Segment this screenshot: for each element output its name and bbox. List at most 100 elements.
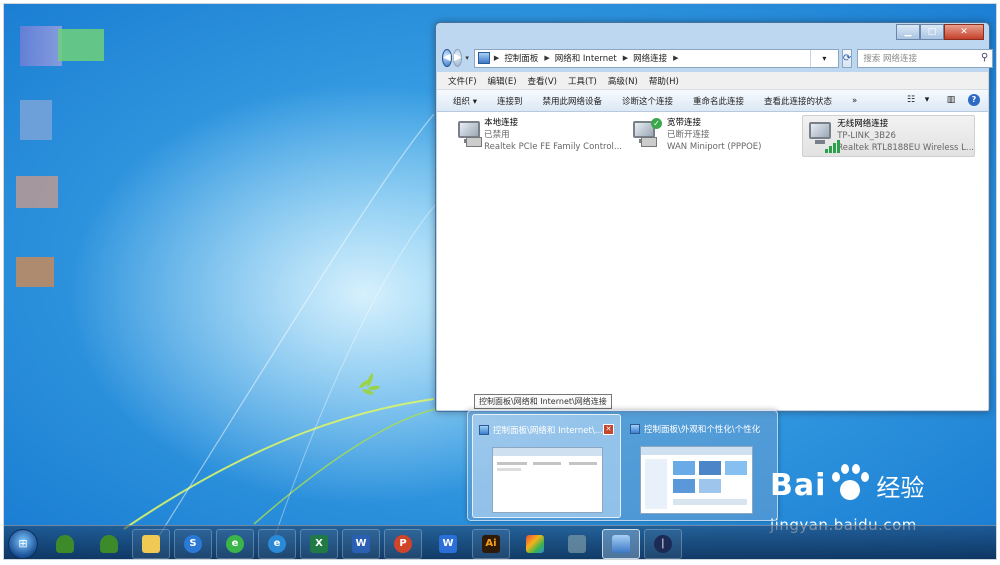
taskbar-browser-e[interactable]: e — [216, 529, 254, 559]
taskbar-wps[interactable]: W — [429, 529, 467, 559]
folder-icon — [142, 535, 160, 553]
thumbnail-close-button[interactable]: ✕ — [603, 424, 614, 435]
breadcrumb-control-panel[interactable]: 控制面板 — [504, 52, 538, 64]
back-button[interactable]: ◀ — [442, 49, 452, 67]
taskbar-tree-app[interactable] — [46, 529, 84, 559]
broadband-adapter-icon: ✓ — [627, 115, 667, 155]
taskbar-image-app[interactable] — [558, 529, 596, 559]
thumbnail-network-connections[interactable]: 控制面板\网络和 Internet\... ✕ — [472, 414, 621, 518]
wireless-adapter-icon — [803, 116, 840, 156]
maximize-button[interactable]: □ — [920, 24, 944, 40]
connection-status: 已禁用 — [484, 130, 510, 140]
personalization-icon — [630, 424, 640, 434]
network-connections-window[interactable]: ▁ □ ✕ ◀ ▶ ▾ ▶ 控制面板 ▶ 网络和 Internet ▶ 网络连接… — [435, 22, 994, 412]
dark-app-icon: ❘ — [654, 535, 672, 553]
history-dropdown-icon[interactable]: ▾ — [465, 54, 469, 62]
desktop-icon-pixelated[interactable] — [16, 176, 58, 208]
change-view-icon[interactable]: ☷ — [904, 94, 918, 106]
organize-button[interactable]: 组织 ▾ — [453, 95, 477, 107]
connection-status: 已断开连接 — [667, 130, 710, 140]
taskbar-powerpoint[interactable]: P — [384, 529, 422, 559]
view-controls: ☷ ▾ ▥ ? — [894, 94, 980, 106]
taskbar-file-explorer[interactable] — [132, 529, 170, 559]
excel-icon: X — [310, 535, 328, 553]
close-button[interactable]: ✕ — [944, 24, 984, 40]
breadcrumb-network-internet[interactable]: 网络和 Internet — [555, 52, 617, 64]
taskbar-dark-app[interactable]: ❘ — [644, 529, 682, 559]
minimize-button[interactable]: ▁ — [896, 24, 920, 40]
chevron-down-icon[interactable]: ▾ — [920, 94, 934, 106]
connect-to-button[interactable]: 连接到 — [497, 95, 523, 107]
more-commands-button[interactable]: » — [852, 96, 857, 106]
help-icon[interactable]: ? — [968, 94, 980, 106]
taskbar-control-panel[interactable] — [602, 529, 640, 559]
taskbar-thumbnail-preview: 控制面板\网络和 Internet\... ✕ 控制面板\外观和个性化\个性化 — [467, 410, 778, 521]
thumbnail-personalization[interactable]: 控制面板\外观和个性化\个性化 — [624, 414, 773, 518]
rename-button[interactable]: 重命名此连接 — [693, 95, 744, 107]
colorful-app-icon — [526, 535, 544, 553]
thumbnail-image — [640, 446, 753, 514]
menu-tools[interactable]: 工具(T) — [568, 75, 597, 87]
taskbar-colorful-app[interactable] — [516, 529, 554, 559]
chevron-down-icon: ▾ — [822, 53, 827, 63]
thumbnail-title: 控制面板\外观和个性化\个性化 — [630, 423, 770, 435]
menu-view[interactable]: 查看(V) — [528, 75, 557, 87]
preview-pane-icon[interactable]: ▥ — [944, 94, 958, 106]
diagnose-button[interactable]: 诊断这个连接 — [622, 95, 673, 107]
command-bar: 组织 ▾ 连接到 禁用此网络设备 诊断这个连接 重命名此连接 查看此连接的状态 … — [437, 90, 988, 112]
taskbar-sogou[interactable]: S — [174, 529, 212, 559]
window-caption-buttons: ▁ □ ✕ — [896, 24, 984, 40]
browser-e-icon: e — [226, 535, 244, 553]
tree-icon — [100, 535, 118, 553]
internet-explorer-icon: e — [268, 535, 286, 553]
taskbar-excel[interactable]: X — [300, 529, 338, 559]
powerpoint-icon: P — [394, 535, 412, 553]
desktop-icon-pixelated[interactable] — [58, 29, 104, 61]
connection-device: Realtek PCIe FE Family Control... — [484, 142, 622, 152]
connection-item-local[interactable]: 本地连接 已禁用 Realtek PCIe FE Family Control.… — [452, 115, 622, 157]
search-placeholder: 搜索 网络连接 — [863, 54, 918, 64]
desktop: ▁ □ ✕ ◀ ▶ ▾ ▶ 控制面板 ▶ 网络和 Internet ▶ 网络连接… — [4, 4, 996, 559]
image-app-icon — [568, 535, 586, 553]
word-icon: W — [352, 535, 370, 553]
search-input[interactable]: 搜索 网络连接 ⚲ — [857, 48, 994, 68]
connections-list: 本地连接 已禁用 Realtek PCIe FE Family Control.… — [437, 112, 988, 410]
connection-device: WAN Miniport (PPPOE) — [667, 142, 762, 152]
connection-item-broadband[interactable]: ✓ 宽带连接 已断开连接 WAN Miniport (PPPOE) — [627, 115, 797, 157]
start-button[interactable]: ⊞ — [8, 529, 38, 559]
control-panel-icon — [477, 52, 490, 64]
chevron-right-icon: ▶ — [673, 54, 679, 62]
desktop-icon-pixelated[interactable] — [20, 26, 62, 66]
search-icon[interactable]: ⚲ — [981, 52, 988, 63]
address-row: ◀ ▶ ▾ ▶ 控制面板 ▶ 网络和 Internet ▶ 网络连接 ▶ ▾ ⟳… — [442, 47, 994, 69]
menu-bar: 文件(F) 编辑(E) 查看(V) 工具(T) 高级(N) 帮助(H) — [437, 72, 988, 90]
refresh-button[interactable]: ⟳ — [841, 48, 853, 68]
connection-item-wireless[interactable]: 无线网络连接 TP-LINK_3B26 Realtek RTL8188EU Wi… — [802, 115, 975, 157]
menu-edit[interactable]: 编辑(E) — [488, 75, 517, 87]
watermark-brand: Bai — [770, 467, 827, 503]
connection-ssid: TP-LINK_3B26 — [837, 131, 896, 141]
wps-icon: W — [439, 535, 457, 553]
desktop-icon-pixelated[interactable] — [20, 100, 52, 140]
taskbar-illustrator[interactable]: Ai — [472, 529, 510, 559]
window-path-tooltip: 控制面板\网络和 Internet\网络连接 — [474, 394, 612, 409]
taskbar-internet-explorer[interactable]: e — [258, 529, 296, 559]
sogou-icon: S — [184, 535, 202, 553]
address-bar[interactable]: ▶ 控制面板 ▶ 网络和 Internet ▶ 网络连接 ▶ ▾ — [473, 48, 839, 68]
address-dropdown[interactable]: ▾ — [809, 49, 838, 67]
menu-file[interactable]: 文件(F) — [448, 75, 477, 87]
thumbnail-image — [492, 447, 603, 513]
forward-button[interactable]: ▶ — [452, 49, 463, 67]
taskbar-word[interactable]: W — [342, 529, 380, 559]
control-panel-icon — [612, 535, 630, 553]
screenshot-frame: ▁ □ ✕ ◀ ▶ ▾ ▶ 控制面板 ▶ 网络和 Internet ▶ 网络连接… — [3, 3, 997, 560]
view-status-button[interactable]: 查看此连接的状态 — [764, 95, 832, 107]
menu-help[interactable]: 帮助(H) — [649, 75, 679, 87]
desktop-icon-pixelated[interactable] — [16, 257, 54, 287]
network-adapter-icon — [452, 115, 484, 155]
taskbar-tree-app-2[interactable] — [90, 529, 128, 559]
menu-advanced[interactable]: 高级(N) — [608, 75, 638, 87]
control-panel-icon — [479, 425, 489, 435]
breadcrumb-network-connections[interactable]: 网络连接 — [633, 52, 667, 64]
disable-device-button[interactable]: 禁用此网络设备 — [542, 95, 602, 107]
